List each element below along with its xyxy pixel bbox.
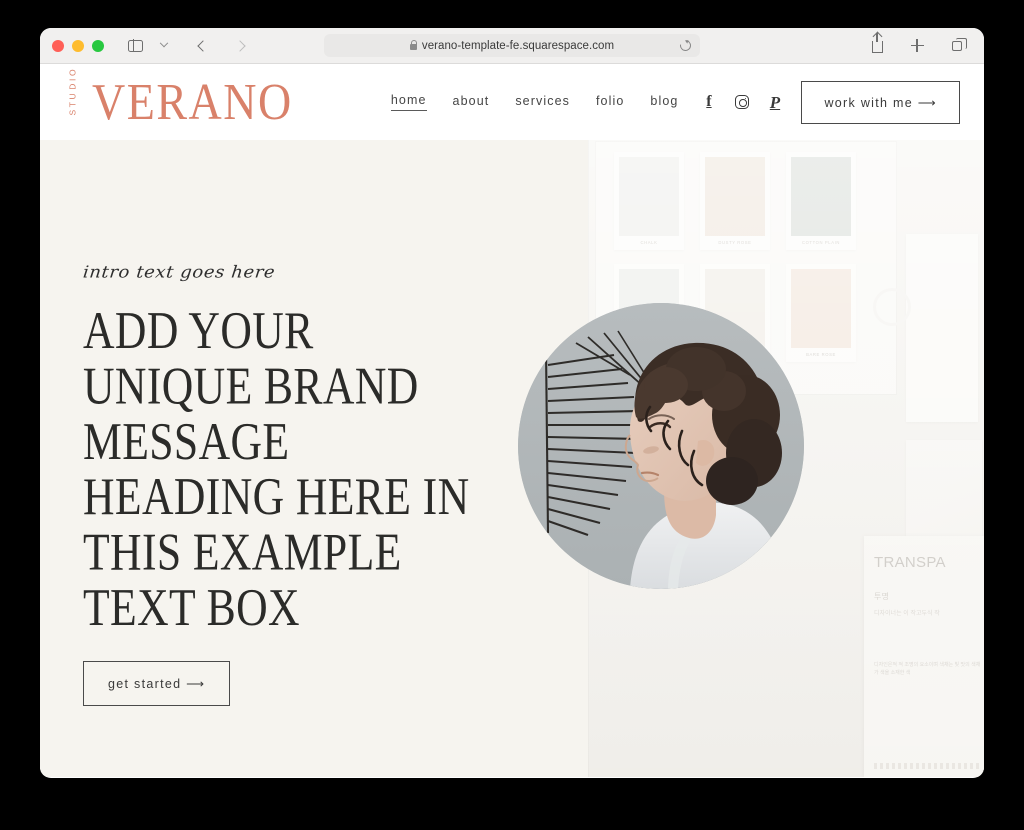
magazine-footer: 디자인은적 적 조명의 요소이며 색채는 빛 맛의 색채가 색을 소재한 색 [874, 662, 981, 676]
nav-item-folio[interactable]: folio [596, 94, 624, 111]
swatch-label: DUSTY ROSE [718, 240, 752, 245]
plus-icon [910, 39, 924, 52]
portrait-photo [518, 303, 804, 589]
web-page: STU DIO VERANO home about services folio… [40, 64, 984, 777]
toolbar-left-controls [122, 34, 253, 58]
swatch-card: DUSTY ROSE [700, 152, 770, 250]
logo-kicker-right: DIO [67, 66, 78, 90]
share-icon [871, 33, 883, 53]
logo-kicker-left: STU [67, 90, 78, 115]
wall-poster [906, 234, 978, 422]
share-button[interactable] [864, 33, 890, 58]
swatch-card: CHALK [614, 152, 684, 250]
sidebar-icon [127, 39, 143, 52]
sidebar-toggle-button[interactable] [122, 34, 148, 58]
minimize-window-button[interactable] [72, 39, 84, 52]
instagram-icon [734, 95, 749, 109]
browser-window: verano-template-fe.squarespace.com STU D… [40, 28, 984, 778]
pinterest-icon: P [769, 92, 781, 112]
swatch-card: COTTON PLAIN [786, 152, 856, 250]
swatch-chip [791, 157, 851, 236]
instagram-link[interactable] [733, 94, 750, 111]
hero-heading: ADD YOUR UNIQUE BRAND MESSAGE HEADING HE… [83, 300, 470, 637]
forward-button[interactable] [227, 34, 253, 58]
tabs-icon [952, 37, 967, 51]
lock-icon [409, 39, 418, 50]
swatch-label: COTTON PLAIN [801, 240, 841, 245]
hero-section: CHALK DUSTY ROSE COTTON PLAIN STEEL [40, 140, 984, 777]
hero-intro-text: intro text goes here [81, 262, 277, 283]
chevron-down-icon [159, 38, 169, 47]
magazine-page: TRANSPA 투명 디자이너는 이 작고두식 작 디자인은적 적 조명의 요소… [864, 536, 984, 777]
get-started-button[interactable]: get started ⟶ [83, 661, 231, 706]
window-traffic-lights [52, 39, 104, 52]
hoop-decor [873, 288, 911, 326]
close-window-button[interactable] [52, 39, 64, 52]
new-tab-button[interactable] [904, 34, 930, 58]
work-with-me-button[interactable]: work with me ⟶ [801, 80, 960, 124]
portrait-illustration [518, 303, 804, 589]
main-navigation: home about services folio blog [390, 93, 679, 111]
logo-kicker: STU DIO [67, 66, 79, 115]
browser-toolbar: verano-template-fe.squarespace.com [40, 28, 984, 64]
site-header: STU DIO VERANO home about services folio… [40, 64, 984, 140]
facebook-link[interactable]: f [700, 94, 717, 111]
hero-copy-panel: intro text goes here ADD YOUR UNIQUE BRA… [40, 140, 588, 777]
forward-arrow-icon [234, 39, 246, 52]
reload-icon[interactable] [677, 37, 694, 54]
swatch-chip [705, 157, 765, 236]
logo-wordmark: VERANO [92, 72, 293, 130]
magazine-body: 디자이너는 이 작고두식 작 [874, 611, 940, 617]
nav-item-services[interactable]: services [515, 94, 570, 111]
nav-item-blog[interactable]: blog [650, 94, 678, 111]
magazine-title: TRANSPA [874, 554, 946, 571]
nav-item-home[interactable]: home [390, 93, 427, 111]
address-bar[interactable]: verano-template-fe.squarespace.com [324, 34, 700, 57]
swatch-card: BARE ROSE [786, 264, 856, 362]
back-button[interactable] [190, 34, 216, 58]
tab-overview-button[interactable] [944, 34, 970, 58]
site-logo[interactable]: STU DIO VERANO [60, 66, 293, 130]
social-links: f P [700, 94, 783, 111]
magazine-barcode [874, 763, 982, 769]
nav-item-about[interactable]: about [453, 94, 490, 111]
magazine-subtitle: 투명 [874, 592, 890, 601]
swatch-label: BARE ROSE [806, 352, 836, 357]
sidebar-dropdown-button[interactable] [151, 34, 177, 58]
back-arrow-icon [197, 39, 209, 52]
facebook-icon: f [706, 93, 712, 110]
swatch-label: CHALK [640, 240, 658, 245]
toolbar-right-controls [864, 33, 970, 58]
pinterest-link[interactable]: P [766, 94, 783, 111]
swatch-chip [791, 269, 851, 348]
swatch-chip [619, 157, 679, 236]
address-bar-url: verano-template-fe.squarespace.com [421, 39, 615, 52]
maximize-window-button[interactable] [92, 39, 104, 52]
